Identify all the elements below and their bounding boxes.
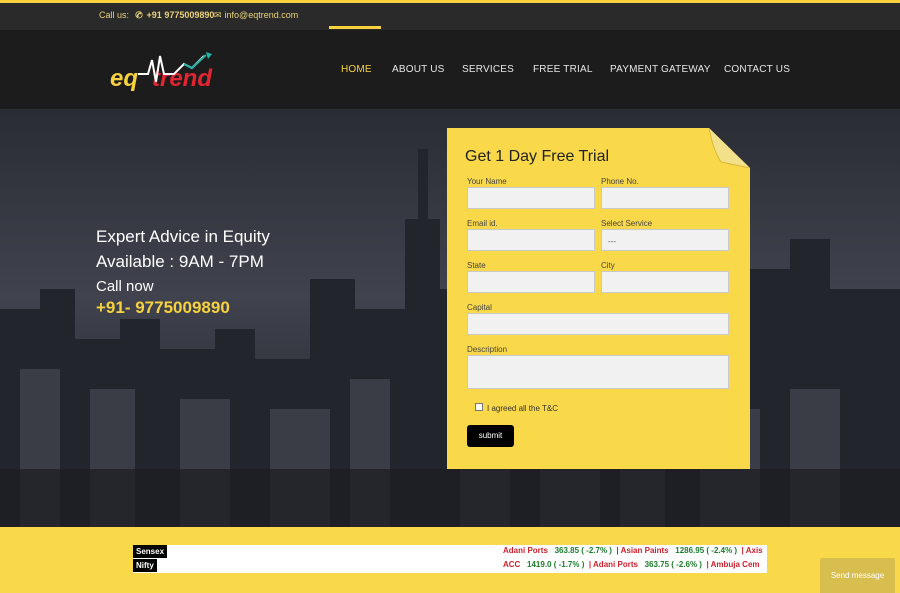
topbar-email[interactable]: ✉ info@eqtrend.com bbox=[214, 10, 298, 21]
site-header: eq trend HOME ABOUT US SERVICES FREE TRI… bbox=[0, 26, 900, 109]
ticker-stock-value: 1286.95 ( -2.4% ) bbox=[675, 546, 738, 555]
email-label: Email id. bbox=[467, 219, 498, 228]
description-textarea[interactable] bbox=[467, 355, 729, 389]
eqtrend-logo[interactable]: eq trend bbox=[108, 52, 230, 92]
ticker-stock-name: Ambuja Cem bbox=[710, 560, 760, 569]
form-title: Get 1 Day Free Trial bbox=[465, 148, 610, 165]
sensex-label: Sensex bbox=[133, 545, 168, 558]
nifty-ticker-row: ACC 1419.0 ( -1.7% ) | Adani Ports 363.7… bbox=[503, 560, 760, 569]
logo-arrow-head bbox=[206, 52, 212, 59]
market-ticker: Sensex Nifty Adani Ports 363.85 ( -2.7% … bbox=[133, 545, 767, 573]
city-input[interactable] bbox=[601, 271, 729, 293]
nav-free-trial[interactable]: FREE TRIAL bbox=[533, 64, 593, 75]
ticker-stock-name: Adani Ports bbox=[503, 546, 548, 555]
page-curl-decoration bbox=[709, 128, 750, 168]
phone-input[interactable] bbox=[601, 187, 729, 209]
ticker-stock-name: ACC bbox=[503, 560, 521, 569]
agree-checkbox[interactable] bbox=[475, 403, 483, 411]
nav-contact-us[interactable]: CONTACT US bbox=[724, 64, 790, 75]
nav-services[interactable]: SERVICES bbox=[462, 64, 514, 75]
ticker-stock-name: Adani Ports bbox=[593, 560, 638, 569]
active-nav-indicator bbox=[329, 26, 381, 29]
hero-headline: Expert Advice in Equity bbox=[96, 227, 270, 246]
call-us-label: Call us: bbox=[99, 10, 130, 20]
nav-about-us[interactable]: ABOUT US bbox=[392, 64, 445, 75]
hero-call-now: Call now bbox=[96, 278, 154, 295]
ticker-stock-value: 1419.0 ( -1.7% ) bbox=[527, 560, 585, 569]
service-select[interactable]: --- bbox=[601, 229, 729, 251]
capital-label: Capital bbox=[467, 303, 492, 312]
service-label: Select Service bbox=[601, 219, 653, 228]
sensex-ticker-row: Adani Ports 363.85 ( -2.7% ) | Asian Pai… bbox=[503, 546, 763, 555]
state-input[interactable] bbox=[467, 271, 595, 293]
agree-label: I agreed all the T&C bbox=[487, 404, 559, 413]
logo-text-trend: trend bbox=[152, 65, 213, 92]
name-input[interactable] bbox=[467, 187, 595, 209]
nav-home[interactable]: HOME bbox=[341, 64, 372, 75]
state-label: State bbox=[467, 261, 486, 270]
capital-input[interactable] bbox=[467, 313, 729, 335]
phone-label: Phone No. bbox=[601, 177, 639, 186]
name-label: Your Name bbox=[467, 177, 507, 186]
description-label: Description bbox=[467, 345, 508, 354]
hero-hours: Available : 9AM - 7PM bbox=[96, 252, 264, 271]
ticker-stock-name: Asian Paints bbox=[620, 546, 669, 555]
envelope-icon: ✉ bbox=[214, 10, 222, 20]
logo-text-eq: eq bbox=[110, 65, 138, 92]
city-label: City bbox=[601, 261, 615, 270]
nav-payment-gateway[interactable]: PAYMENT GATEWAY bbox=[610, 64, 711, 75]
top-contact-bar: Call us: ✆ +91 9775009890 ✉ info@eqtrend.c… bbox=[0, 0, 900, 30]
ticker-stock-value: 363.75 ( -2.6% ) bbox=[644, 560, 702, 569]
send-message-chat-button[interactable]: Send message bbox=[820, 558, 895, 593]
topbar-phone[interactable]: ✆ +91 9775009890 bbox=[133, 9, 215, 21]
topbar-phone-number: +91 9775009890 bbox=[146, 10, 215, 20]
hero-section: Expert Advice in Equity Available : 9AM … bbox=[0, 109, 900, 527]
ticker-stock-value: 363.85 ( -2.7% ) bbox=[554, 546, 612, 555]
nifty-label: Nifty bbox=[133, 559, 157, 572]
email-input[interactable] bbox=[467, 229, 595, 251]
ticker-stock-name: Axis bbox=[745, 546, 763, 555]
free-trial-form: Get 1 Day Free Trial Your Name Phone No.… bbox=[447, 128, 750, 469]
phone-icon: ✆ bbox=[133, 9, 144, 21]
topbar-email-address: info@eqtrend.com bbox=[224, 10, 299, 20]
hero-phone-number[interactable]: +91- 9775009890 bbox=[96, 298, 230, 318]
submit-button[interactable]: submit bbox=[467, 425, 514, 447]
